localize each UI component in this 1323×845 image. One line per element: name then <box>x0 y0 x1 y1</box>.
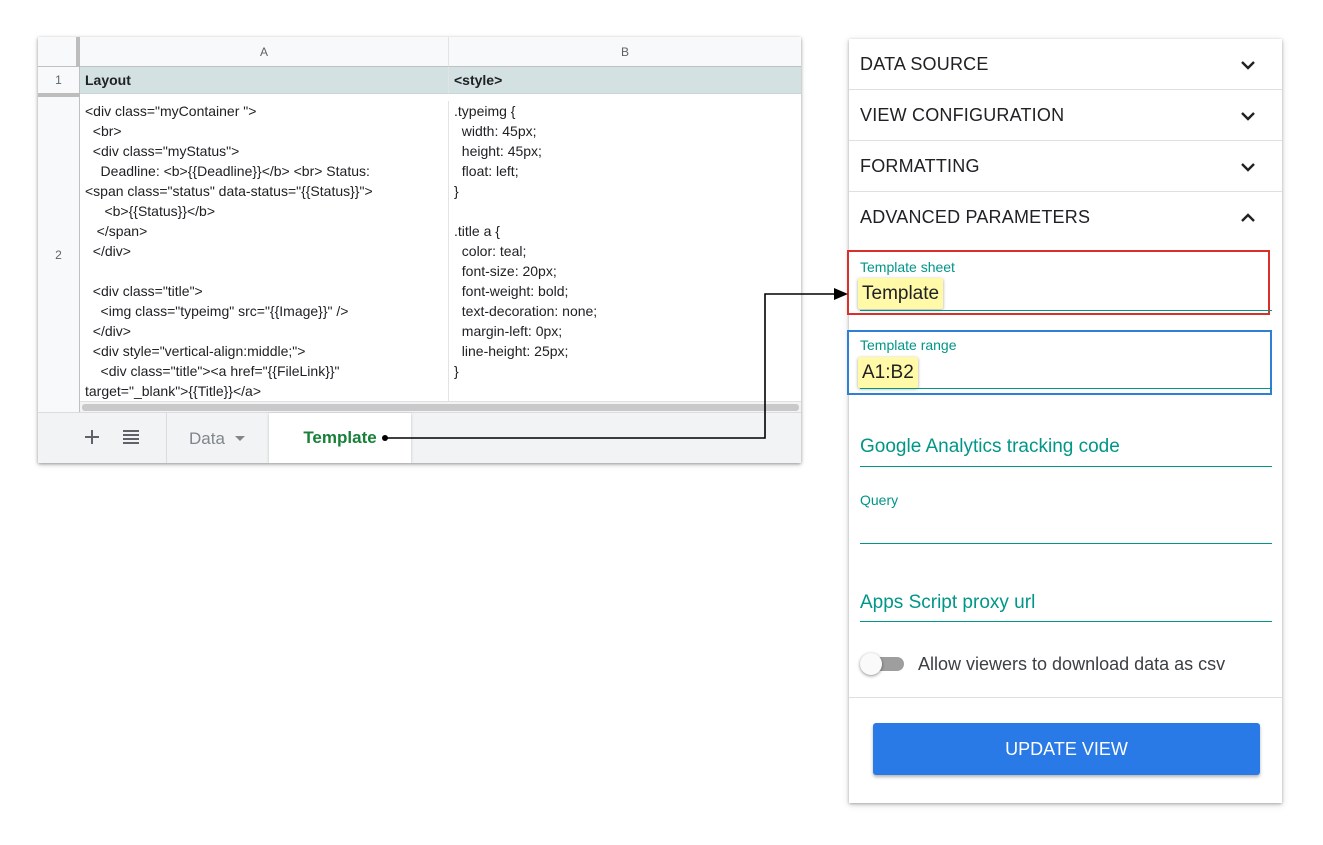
sheet-tab-bar: Data Template <box>38 412 801 463</box>
csv-download-label: Allow viewers to download data as csv <box>918 654 1226 674</box>
list-icon[interactable] <box>122 425 140 451</box>
section-label: DATA SOURCE <box>860 53 989 74</box>
csv-download-toggle[interactable] <box>860 653 906 675</box>
field-underline <box>860 543 1272 544</box>
section-formatting[interactable]: FORMATTING <box>849 141 1282 192</box>
field-underline <box>860 310 1272 311</box>
template-range-field[interactable]: Template range A1:B2 <box>858 337 1272 389</box>
proxy-url-label: Apps Script proxy url <box>860 592 1036 613</box>
section-view-configuration[interactable]: VIEW CONFIGURATION <box>849 90 1282 141</box>
toggle-knob[interactable] <box>860 653 882 675</box>
chevron-down-icon[interactable] <box>1239 158 1257 176</box>
ga-tracking-label: Google Analytics tracking code <box>860 436 1120 457</box>
column-header-a[interactable]: A <box>80 37 449 67</box>
ga-tracking-field[interactable]: Google Analytics tracking code <box>860 436 1272 468</box>
spreadsheet: A B 1 2 Layout <style> <div class="myCon… <box>38 37 801 463</box>
section-label: VIEW CONFIGURATION <box>860 104 1065 125</box>
template-sheet-field[interactable]: Template sheet Template <box>858 259 1272 311</box>
cell-a1[interactable]: Layout <box>80 67 449 94</box>
cell-b1[interactable]: <style> <box>449 67 801 94</box>
column-header-b[interactable]: B <box>449 37 801 67</box>
plus-icon[interactable] <box>84 425 100 451</box>
section-label: FORMATTING <box>860 155 980 176</box>
sheet-tab-data-label: Data <box>189 428 225 448</box>
proxy-url-field[interactable]: Apps Script proxy url <box>860 592 1272 624</box>
divider <box>849 697 1282 698</box>
update-view-button[interactable]: UPDATE VIEW <box>873 723 1260 775</box>
settings-panel: DATA SOURCE VIEW CONFIGURATION FORMATTIN… <box>847 39 1282 803</box>
field-underline <box>860 466 1272 467</box>
field-underline <box>860 621 1272 622</box>
sheet-tab-data[interactable]: Data <box>166 413 267 463</box>
cell-a2[interactable]: <div class="myContainer "> <br> <div cla… <box>80 101 449 401</box>
chevron-up-icon[interactable] <box>1239 209 1257 227</box>
field-underline <box>860 388 1272 389</box>
template-sheet-input[interactable]: Template <box>858 278 944 309</box>
template-range-input[interactable]: A1:B2 <box>858 357 918 388</box>
template-sheet-label: Template sheet <box>860 259 955 275</box>
caret-down-icon[interactable] <box>234 436 245 441</box>
chevron-down-icon[interactable] <box>1239 107 1257 125</box>
scrollbar-thumb[interactable] <box>82 404 799 411</box>
row-header-1[interactable]: 1 <box>38 67 80 94</box>
query-field[interactable]: Query <box>860 492 1272 544</box>
section-label: ADVANCED PARAMETERS <box>860 207 1091 227</box>
chevron-down-icon[interactable] <box>1239 56 1257 74</box>
cell-b2[interactable]: .typeimg { width: 45px; height: 45px; fl… <box>449 101 801 401</box>
section-advanced-parameters[interactable]: ADVANCED PARAMETERS <box>849 192 1282 243</box>
query-label: Query <box>860 492 899 508</box>
template-range-label: Template range <box>860 337 957 353</box>
row-header-2[interactable]: 2 <box>38 97 80 412</box>
sheet-tab-template[interactable]: Template <box>269 413 411 463</box>
section-data-source[interactable]: DATA SOURCE <box>849 39 1282 90</box>
sheet-tab-template-label: Template <box>303 428 377 447</box>
select-all-corner[interactable] <box>38 37 80 67</box>
